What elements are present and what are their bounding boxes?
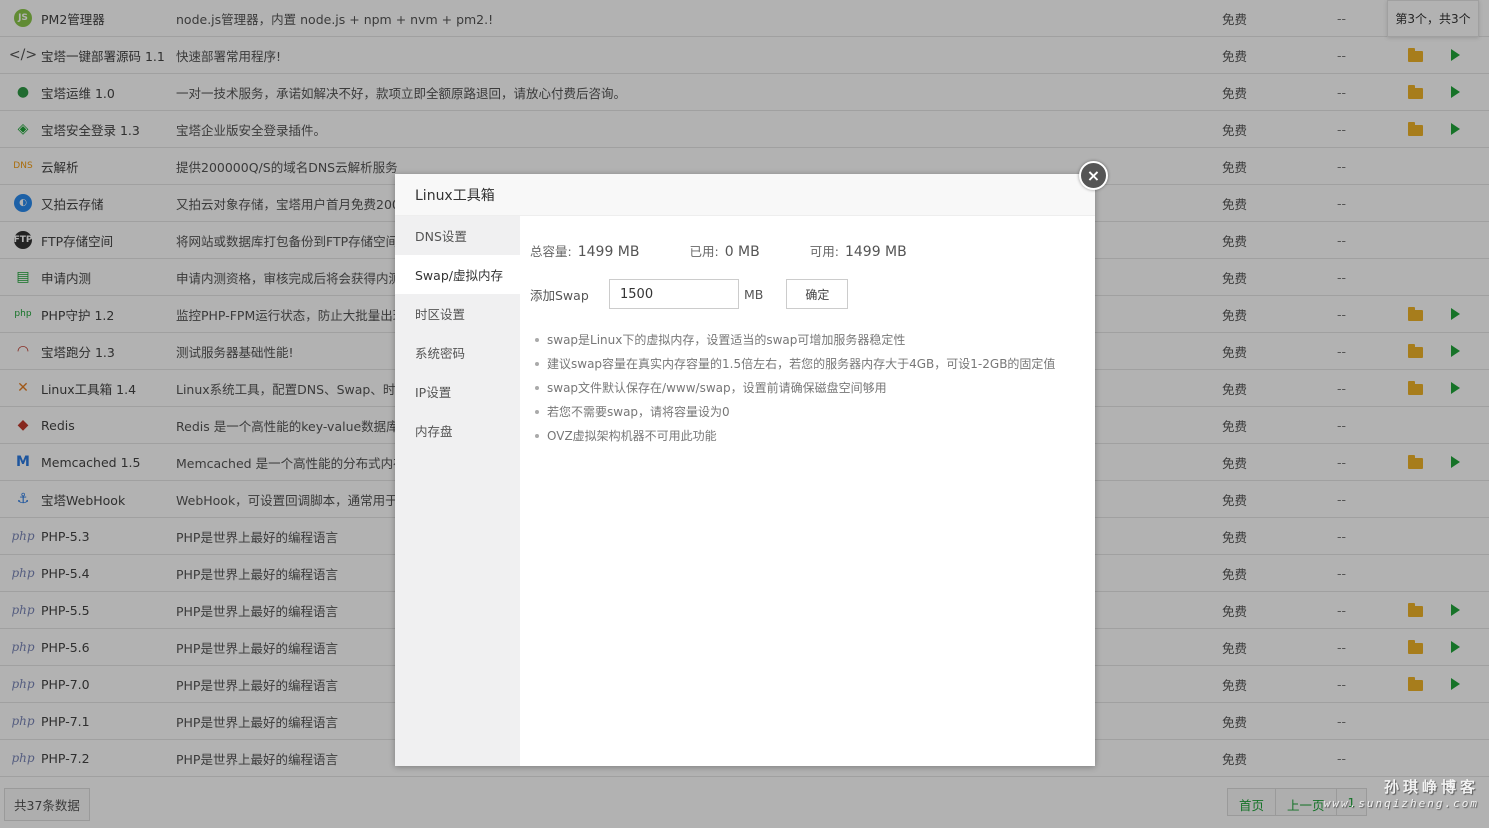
swap-unit: MB	[744, 286, 764, 302]
dialog-title: Linux工具箱	[395, 174, 1095, 216]
menu-dns[interactable]: DNS设置	[395, 216, 520, 255]
menu-ramdisk[interactable]: 内存盘	[395, 411, 520, 450]
swap-notes: swap是Linux下的虚拟内存，设置适当的swap可增加服务器稳定性 建议sw…	[534, 328, 1055, 448]
confirm-button[interactable]: 确定	[786, 279, 849, 309]
menu-swap[interactable]: Swap/虚拟内存	[395, 255, 520, 294]
watermark-url: www.sunqizheng.com	[1323, 797, 1479, 810]
swap-panel: 总容量: 1499 MB 已用: 0 MB 可用: 1499 MB 添加Swap…	[530, 216, 1095, 766]
add-swap-row: 添加Swap MB 确定	[530, 279, 849, 309]
menu-ip[interactable]: IP设置	[395, 372, 520, 411]
menu-timezone[interactable]: 时区设置	[395, 294, 520, 333]
note-item: 若您不需要swap，请将容量设为0	[534, 400, 1055, 424]
dialog-sidebar: DNS设置 Swap/虚拟内存 时区设置 系统密码 IP设置 内存盘	[395, 216, 520, 766]
close-icon[interactable]: ×	[1079, 161, 1108, 190]
note-item: OVZ虚拟架构机器不可用此功能	[534, 424, 1055, 448]
available-value: 1499 MB	[844, 244, 907, 260]
watermark-title: 孙琪峥博客	[1383, 778, 1479, 796]
used-value: 0 MB	[724, 244, 760, 260]
menu-system-password[interactable]: 系统密码	[395, 333, 520, 372]
note-item: swap文件默认保存在/www/swap，设置前请确保磁盘空间够用	[534, 376, 1055, 400]
total-label: 总容量:	[530, 244, 572, 259]
note-item: 建议swap容量在真实内存容量的1.5倍左右，若您的服务器内存大于4GB，可设1…	[534, 352, 1055, 376]
linux-toolbox-dialog: Linux工具箱 DNS设置 Swap/虚拟内存 时区设置 系统密码 IP设置 …	[395, 174, 1095, 766]
watermark: 孙琪峥博客 www.sunqizheng.com	[1324, 776, 1479, 810]
swap-size-input[interactable]	[609, 279, 739, 309]
used-label: 已用:	[689, 244, 719, 259]
note-item: swap是Linux下的虚拟内存，设置适当的swap可增加服务器稳定性	[534, 328, 1055, 352]
available-label: 可用:	[809, 244, 839, 259]
add-swap-label: 添加Swap	[530, 287, 589, 303]
swap-stats: 总容量: 1499 MB 已用: 0 MB 可用: 1499 MB	[530, 241, 907, 260]
total-value: 1499 MB	[577, 244, 640, 260]
